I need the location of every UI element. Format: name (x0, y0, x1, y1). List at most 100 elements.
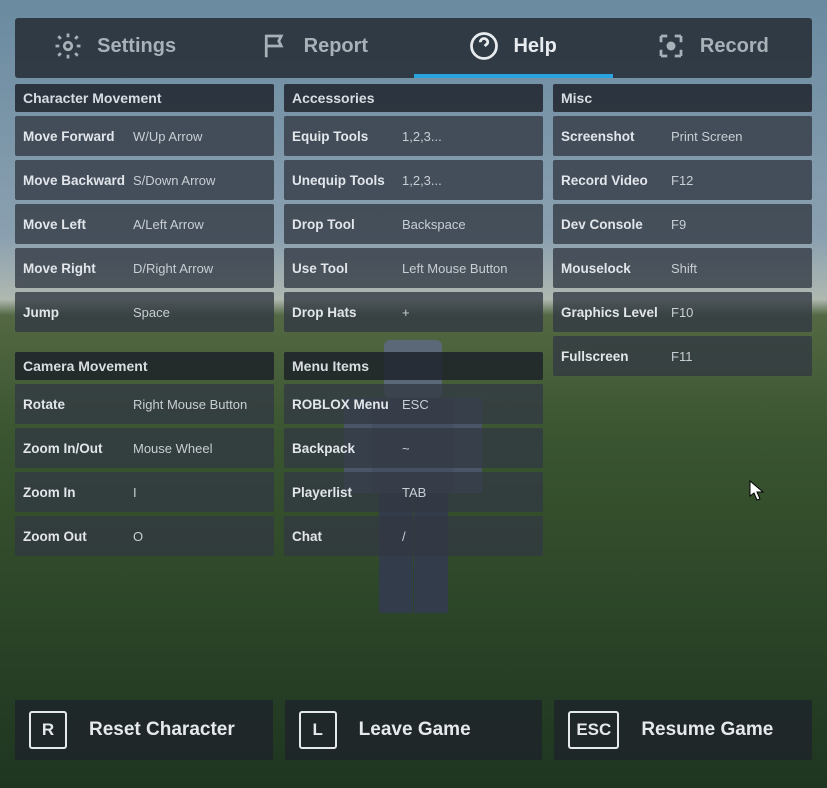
keybind-label: Jump (15, 305, 133, 320)
keybind-row: JumpSpace (15, 292, 274, 332)
keybind-label: Rotate (15, 397, 133, 412)
section-misc: Misc ScreenshotPrint ScreenRecord VideoF… (553, 84, 812, 376)
keybind-value: Right Mouse Button (133, 397, 274, 412)
keybind-label: Backpack (284, 441, 402, 456)
keybind-value: Print Screen (671, 129, 812, 144)
keybind-label: Screenshot (553, 129, 671, 144)
section-title: Camera Movement (15, 352, 274, 380)
keybind-row: Backpack~ (284, 428, 543, 468)
keybind-value: D/Right Arrow (133, 261, 274, 276)
keybind-row: ROBLOX MenuESC (284, 384, 543, 424)
section-title: Accessories (284, 84, 543, 112)
keybind-row: MouselockShift (553, 248, 812, 288)
section-accessories: Accessories Equip Tools1,2,3...Unequip T… (284, 84, 543, 332)
keybind-label: Move Backward (15, 173, 133, 188)
keybind-label: Unequip Tools (284, 173, 402, 188)
resume-game-button[interactable]: ESC Resume Game (554, 700, 812, 760)
keybind-value: Shift (671, 261, 812, 276)
section-title: Character Movement (15, 84, 274, 112)
keybind-value: ESC (402, 397, 543, 412)
section-menu-items: Menu Items ROBLOX MenuESCBackpack~Player… (284, 352, 543, 556)
tab-help[interactable]: Help (414, 18, 613, 78)
keybind-row: Use ToolLeft Mouse Button (284, 248, 543, 288)
keybind-value: W/Up Arrow (133, 129, 274, 144)
tab-report-label: Report (304, 35, 368, 58)
keybind-row: Move LeftA/Left Arrow (15, 204, 274, 244)
menu-overlay: Settings Report Help Record Character Mo… (0, 0, 827, 788)
keybind-value: I (133, 485, 274, 500)
keybind-label: Mouselock (553, 261, 671, 276)
button-label: Leave Game (359, 719, 471, 741)
keybind-value: Backspace (402, 217, 543, 232)
keybind-row: Graphics LevelF10 (553, 292, 812, 332)
keybind-label: ROBLOX Menu (284, 397, 402, 412)
keybind-label: Drop Tool (284, 217, 402, 232)
keybind-sections: Character Movement Move ForwardW/Up Arro… (15, 84, 812, 576)
gear-icon (53, 31, 83, 61)
leave-game-button[interactable]: L Leave Game (285, 700, 543, 760)
keybind-value: 1,2,3... (402, 173, 543, 188)
keybind-label: Use Tool (284, 261, 402, 276)
keybind-row: Drop Hats+ (284, 292, 543, 332)
keybind-row: Zoom OutO (15, 516, 274, 556)
tab-settings[interactable]: Settings (15, 18, 214, 78)
tab-bar: Settings Report Help Record (15, 18, 812, 78)
keybind-value: / (402, 529, 543, 544)
tab-settings-label: Settings (97, 35, 176, 58)
keybind-row: Move BackwardS/Down Arrow (15, 160, 274, 200)
keybind-row: FullscreenF11 (553, 336, 812, 376)
tab-report[interactable]: Report (214, 18, 413, 78)
keybind-value: F10 (671, 305, 812, 320)
tab-record-label: Record (700, 35, 769, 58)
keybind-label: Fullscreen (553, 349, 671, 364)
section-title: Misc (553, 84, 812, 112)
keybind-label: Move Right (15, 261, 133, 276)
keybind-value: + (402, 305, 543, 320)
keybind-value: S/Down Arrow (133, 173, 274, 188)
flag-icon (260, 31, 290, 61)
keybind-value: ~ (402, 441, 543, 456)
keybind-value: 1,2,3... (402, 129, 543, 144)
keybind-label: Zoom In/Out (15, 441, 133, 456)
keybind-row: Record VideoF12 (553, 160, 812, 200)
keybind-label: Move Left (15, 217, 133, 232)
keybind-label: Zoom Out (15, 529, 133, 544)
keybind-value: O (133, 529, 274, 544)
keybind-value: Left Mouse Button (402, 261, 543, 276)
keybind-row: Zoom InI (15, 472, 274, 512)
section-title: Menu Items (284, 352, 543, 380)
keybind-row: PlayerlistTAB (284, 472, 543, 512)
keybind-value: F12 (671, 173, 812, 188)
button-label: Resume Game (641, 719, 773, 741)
keybind-label: Playerlist (284, 485, 402, 500)
cursor-icon (749, 480, 765, 502)
keybind-row: Zoom In/OutMouse Wheel (15, 428, 274, 468)
reset-character-button[interactable]: R Reset Character (15, 700, 273, 760)
keybind-row: ScreenshotPrint Screen (553, 116, 812, 156)
keybind-value: Mouse Wheel (133, 441, 274, 456)
help-icon (469, 31, 499, 61)
record-icon (656, 31, 686, 61)
keybind-value: F11 (671, 349, 812, 364)
button-label: Reset Character (89, 719, 235, 741)
footer-buttons: R Reset Character L Leave Game ESC Resum… (15, 700, 812, 760)
keybind-row: Equip Tools1,2,3... (284, 116, 543, 156)
tab-help-label: Help (513, 35, 556, 58)
keybind-value: A/Left Arrow (133, 217, 274, 232)
keybind-row: Drop ToolBackspace (284, 204, 543, 244)
tab-record[interactable]: Record (613, 18, 812, 78)
keybind-row: Move ForwardW/Up Arrow (15, 116, 274, 156)
keybind-label: Zoom In (15, 485, 133, 500)
keybind-label: Move Forward (15, 129, 133, 144)
keycap: R (29, 711, 67, 749)
keybind-row: Chat/ (284, 516, 543, 556)
keycap: L (299, 711, 337, 749)
keybind-row: Unequip Tools1,2,3... (284, 160, 543, 200)
keybind-label: Equip Tools (284, 129, 402, 144)
keybind-label: Record Video (553, 173, 671, 188)
keybind-label: Graphics Level (553, 305, 671, 320)
keybind-label: Drop Hats (284, 305, 402, 320)
keycap: ESC (568, 711, 619, 749)
keybind-label: Dev Console (553, 217, 671, 232)
keybind-value: Space (133, 305, 274, 320)
